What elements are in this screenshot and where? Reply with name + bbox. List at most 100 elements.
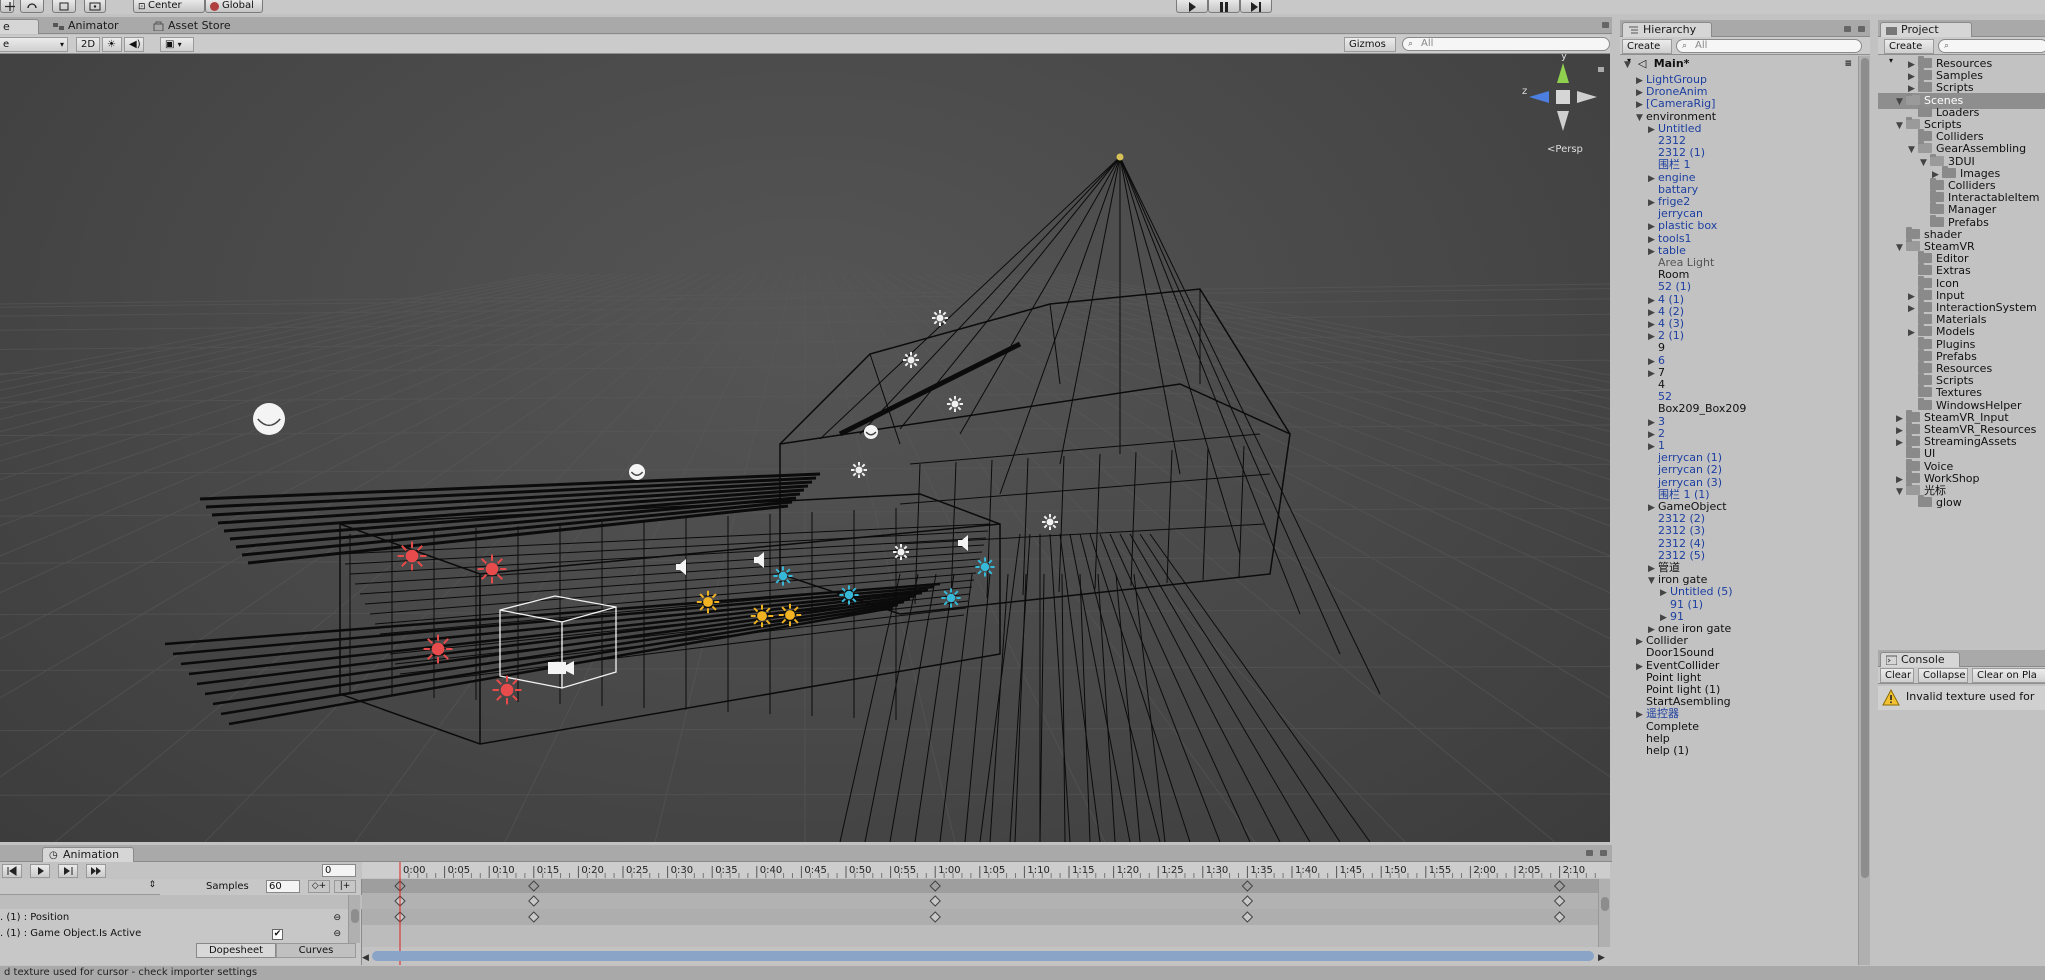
mast-tip-gizmo[interactable] xyxy=(1116,153,1124,161)
shading-mode-dropdown[interactable]: e ▾ xyxy=(0,37,68,52)
play-button[interactable] xyxy=(1176,0,1208,13)
console-clear-button[interactable]: Clear xyxy=(1880,668,1914,683)
property-row-isactive[interactable]: . (1) : Game Object.Is Active ✔ ⊖ xyxy=(0,926,345,942)
gizmos-dropdown[interactable]: Gizmos ▾ xyxy=(1344,37,1396,63)
light-icon[interactable] xyxy=(932,310,948,326)
console-log-entry[interactable]: Invalid texture used for xyxy=(1878,686,2045,710)
pause-button[interactable] xyxy=(1208,0,1240,13)
camera-icon[interactable] xyxy=(548,661,574,675)
hierarchy-scrollbar-thumb[interactable] xyxy=(1861,58,1869,878)
point-light-icon[interactable] xyxy=(397,541,427,571)
dopesheet-scrollbar-thumb[interactable] xyxy=(1601,897,1609,911)
hierarchy-search-input[interactable]: ⌕ All xyxy=(1676,39,1862,53)
light-icon[interactable] xyxy=(851,462,867,478)
project-folder[interactable]: glow xyxy=(1908,495,1962,511)
orientation-gizmo[interactable]: y z <Persp xyxy=(1522,54,1597,155)
property-menu-icon[interactable]: ⊖ xyxy=(333,926,341,942)
hierarchy-menu-icon[interactable] xyxy=(1858,26,1865,32)
add-keyframe-button[interactable]: ◇+ xyxy=(308,880,330,893)
add-event-button[interactable]: |+ xyxy=(334,880,356,893)
first-frame-button[interactable] xyxy=(2,864,22,878)
next-key-button[interactable] xyxy=(58,864,78,878)
tab-hierarchy[interactable]: Hierarchy xyxy=(1622,22,1712,37)
animation-menu-icon[interactable] xyxy=(1600,850,1607,856)
expanded-arrow-icon[interactable]: ▼ xyxy=(1920,155,1930,171)
hierarchy-item[interactable]: help (1) xyxy=(1636,743,1689,759)
toggle-2d-button[interactable]: 2D xyxy=(76,37,100,52)
hierarchy-create-dropdown[interactable]: Create ▾ xyxy=(1622,39,1672,65)
light-icon[interactable] xyxy=(1042,514,1058,530)
spot-light-icon[interactable] xyxy=(941,588,961,608)
tab-scene[interactable]: e xyxy=(0,19,39,34)
expanded-arrow-icon[interactable]: ▼ xyxy=(1896,94,1906,110)
dopesheet-vertical-scrollbar[interactable] xyxy=(1598,879,1610,947)
rotate-tool-button[interactable] xyxy=(20,0,44,13)
property-scrollbar-thumb[interactable] xyxy=(351,909,359,923)
hierarchy-lock-icon[interactable] xyxy=(1844,26,1851,32)
curves-tab[interactable]: Curves xyxy=(276,943,356,958)
z-axis-cone[interactable] xyxy=(1529,91,1549,103)
status-bar[interactable]: d texture used for cursor - check import… xyxy=(0,966,2045,980)
light-icon[interactable] xyxy=(903,352,919,368)
point-light-icon[interactable] xyxy=(492,675,522,705)
audio-toggle[interactable]: ◀) xyxy=(124,37,144,52)
last-frame-button[interactable] xyxy=(86,864,106,878)
samples-input[interactable]: 60 xyxy=(266,880,300,893)
timeline[interactable]: 0:00 0:05 0:10 0:15 0:20 0:25 0:30 0:35 0:40 0:45… xyxy=(362,862,1610,965)
lighting-toggle[interactable]: ☀ xyxy=(102,37,122,52)
neg-y-axis-cone[interactable] xyxy=(1557,111,1569,131)
audio-source-icon[interactable] xyxy=(754,552,764,568)
scroll-left-icon[interactable]: ◀ xyxy=(362,953,369,963)
tab-asset-store[interactable]: Asset Store xyxy=(148,19,239,34)
expanded-arrow-icon[interactable]: ▼ xyxy=(1624,57,1634,73)
expanded-arrow-icon[interactable]: ▼ xyxy=(1636,110,1646,126)
center-cube[interactable] xyxy=(1556,90,1570,104)
audio-source-icon[interactable] xyxy=(958,535,968,551)
move-tool-button[interactable] xyxy=(0,0,15,13)
horizontal-scroll-thumb[interactable] xyxy=(372,951,1594,961)
console-clear-on-play-button[interactable]: Clear on Pla xyxy=(1972,668,2045,683)
scene-search-input[interactable]: ⌕ All xyxy=(1402,37,1610,51)
rect-tool-button[interactable] xyxy=(84,0,106,13)
hierarchy-scrollbar[interactable] xyxy=(1858,56,1870,965)
tab-project[interactable]: Project xyxy=(1880,22,1972,37)
scale-tool-button[interactable] xyxy=(52,0,76,13)
dopesheet-area[interactable]: 0:00 0:05 0:10 0:15 0:20 0:25 0:30 0:35 0:40 0:45… xyxy=(362,862,1610,965)
y-axis-cone[interactable] xyxy=(1557,63,1569,83)
dopesheet-tab[interactable]: Dopesheet xyxy=(196,943,276,958)
point-light-icon[interactable] xyxy=(778,603,802,627)
property-row-position[interactable]: . (1) : Position ⊖ xyxy=(0,910,345,926)
isactive-checkbox[interactable]: ✔ xyxy=(272,929,283,940)
effects-dropdown[interactable]: ▣ ▾ xyxy=(160,37,194,52)
point-light-icon[interactable] xyxy=(696,590,720,614)
anim-play-button[interactable] xyxy=(30,864,50,878)
clip-dropdown[interactable]: ⇕ xyxy=(0,879,160,895)
pivot-global-button[interactable]: Global xyxy=(205,0,263,13)
panel-menu-icon[interactable] xyxy=(1602,22,1609,28)
animation-lock-icon[interactable] xyxy=(1586,850,1593,856)
tab-animation[interactable]: ◷ Animation xyxy=(42,847,134,862)
expanded-arrow-icon[interactable]: ▼ xyxy=(1648,573,1658,589)
spot-light-icon[interactable] xyxy=(773,566,793,586)
scene-root-row[interactable]: ▼ ◁ Main* ≡ xyxy=(1624,56,1852,72)
property-menu-icon[interactable]: ⊖ xyxy=(333,910,341,926)
tab-animator[interactable]: Animator xyxy=(48,19,127,34)
step-button[interactable] xyxy=(1240,0,1272,13)
point-light-icon[interactable] xyxy=(423,634,453,664)
expanded-arrow-icon[interactable]: ▼ xyxy=(1908,142,1918,158)
scroll-right-icon[interactable]: ▶ xyxy=(1598,953,1605,963)
project-create-dropdown[interactable]: Create ▾ xyxy=(1884,39,1934,65)
light-icon[interactable] xyxy=(947,396,963,412)
point-light-icon[interactable] xyxy=(750,604,774,628)
expanded-arrow-icon[interactable]: ▼ xyxy=(1896,118,1906,134)
expanded-arrow-icon[interactable]: ▼ xyxy=(1896,240,1906,256)
point-light-icon[interactable] xyxy=(477,554,507,584)
scene-viewport[interactable]: y z <Persp xyxy=(0,54,1610,842)
frame-input[interactable]: 0 xyxy=(322,864,356,877)
property-scrollbar[interactable] xyxy=(348,895,360,943)
light-icon[interactable] xyxy=(893,544,909,560)
spot-light-icon[interactable] xyxy=(839,585,859,605)
x-axis-cone[interactable] xyxy=(1577,91,1597,103)
console-collapse-button[interactable]: Collapse xyxy=(1918,668,1968,683)
scene-lock-icon[interactable] xyxy=(1598,67,1604,72)
